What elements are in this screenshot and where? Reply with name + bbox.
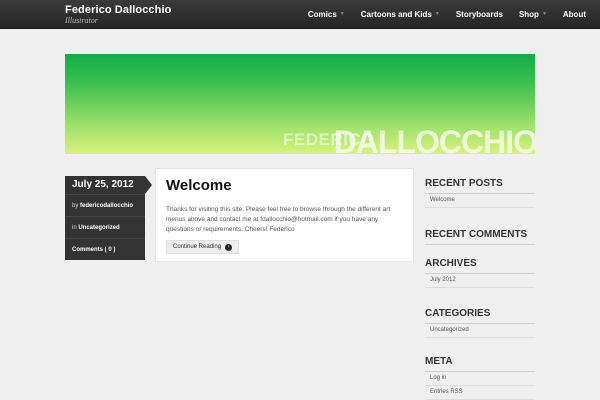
post-meta: July 25, 2012 by federicodallocchio in U… — [65, 176, 152, 260]
post-date: July 25, 2012 — [65, 176, 152, 194]
site-brand[interactable]: Federico Dallocchio Illustrator — [65, 5, 171, 26]
post-author-row: by federicodallocchio — [65, 194, 145, 216]
widget-title: META — [425, 354, 535, 372]
top-bar: Federico Dallocchio Illustrator Comics ▼… — [0, 0, 600, 29]
post-category-row: in Uncategorized — [65, 216, 145, 238]
widget-recent-posts: RECENT POSTS Welcome — [425, 176, 535, 208]
widget-link[interactable]: Uncategorized — [425, 324, 535, 338]
post-author-link[interactable]: federicodallocchio — [80, 203, 133, 209]
widget-meta: META Log in Entries RSS — [425, 354, 535, 400]
post-title[interactable]: Welcome — [166, 177, 403, 194]
nav-item-comics[interactable]: Comics ▼ — [300, 0, 353, 29]
post-comments-row: Comments ( 0 ) — [65, 238, 145, 260]
header-banner: FEDERICO DALLOCCHIO — [65, 54, 535, 154]
widget-title: CATEGORIES — [425, 306, 535, 324]
site-title[interactable]: Federico Dallocchio — [65, 5, 171, 16]
nav-item-cartoons-and-kids[interactable]: Cartoons and Kids ▼ — [353, 0, 448, 29]
arrow-right-icon: › — [225, 243, 233, 251]
widget-title: RECENT POSTS — [425, 176, 535, 194]
widget-title: RECENT COMMENTS — [425, 227, 535, 245]
nav-item-shop[interactable]: Shop ▼ — [511, 0, 555, 29]
nav-item-about[interactable]: About — [555, 0, 594, 29]
chevron-down-icon: ▼ — [541, 11, 547, 17]
banner-last-name: DALLOCCHIO — [333, 124, 535, 154]
nav-item-label: About — [562, 10, 586, 19]
post-category-link[interactable]: Uncategorized — [78, 225, 119, 231]
site-tagline: Illustrator — [65, 16, 98, 25]
nav-item-storyboards[interactable]: Storyboards — [448, 0, 511, 29]
post-excerpt: Thanks for visiting this site. Please fe… — [166, 206, 391, 233]
post-comments-link[interactable]: Comments ( 0 ) — [72, 247, 115, 253]
post-card: Welcome Thanks for visiting this site. P… — [155, 168, 414, 262]
date-arrow-icon — [145, 176, 152, 194]
widget-link[interactable]: Entries RSS — [425, 386, 535, 400]
main-nav: Comics ▼ Cartoons and Kids ▼ Storyboards… — [300, 0, 600, 29]
widget-recent-comments: RECENT COMMENTS — [425, 227, 535, 245]
widget-link[interactable]: Welcome — [425, 194, 535, 208]
widget-link[interactable]: Log in — [425, 372, 535, 386]
widget-title: ARCHIVES — [425, 256, 535, 274]
nav-item-label: Shop — [518, 10, 539, 19]
by-prefix: by — [72, 203, 81, 209]
chevron-down-icon: ▼ — [339, 11, 345, 17]
widget-archives: ARCHIVES July 2012 — [425, 256, 535, 288]
nav-item-label: Cartoons and Kids — [360, 10, 432, 19]
continue-reading-label: Continue Reading — [173, 244, 222, 250]
post-date-label: July 25, 2012 — [72, 179, 134, 190]
nav-item-label: Storyboards — [455, 10, 503, 19]
widget-link[interactable]: July 2012 — [425, 274, 535, 288]
continue-reading-button[interactable]: Continue Reading › — [166, 240, 240, 254]
chevron-down-icon: ▼ — [434, 11, 440, 17]
nav-item-label: Comics — [307, 10, 337, 19]
widget-categories: CATEGORIES Uncategorized — [425, 306, 535, 338]
